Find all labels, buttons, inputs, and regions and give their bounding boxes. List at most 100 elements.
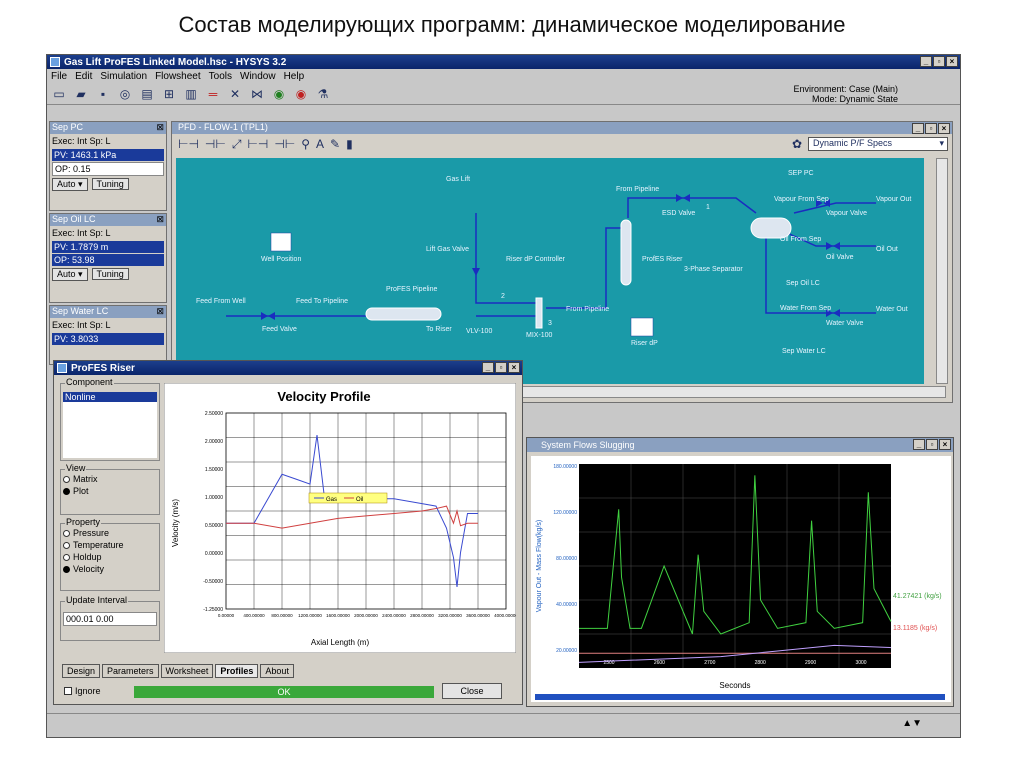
close-dialog-button[interactable]: Close: [442, 683, 502, 699]
restore-button[interactable]: ▫: [926, 439, 938, 450]
slug-ytick-label: 180.00000: [553, 464, 577, 470]
mode-select[interactable]: Auto ▾: [52, 178, 88, 191]
mode-select[interactable]: Auto ▾: [52, 268, 88, 281]
menu-tools[interactable]: Tools: [209, 71, 232, 82]
label-water-from-sep: Water From Sep: [780, 305, 832, 312]
label-feed-to-pipeline: Feed To Pipeline: [296, 298, 349, 305]
run-icon[interactable]: ◉: [271, 86, 287, 102]
ignore-checkbox[interactable]: Ignore: [64, 686, 101, 696]
app-titlebar: Gas Lift ProFES Linked Model.hsc - HYSYS…: [47, 55, 960, 69]
close-button[interactable]: ×: [508, 362, 520, 373]
label-vapour-valve: Vapour Valve: [826, 210, 867, 217]
minimize-button[interactable]: _: [920, 56, 932, 67]
minimize-button[interactable]: _: [913, 439, 925, 450]
close-button[interactable]: ×: [946, 56, 958, 67]
tab-parameters[interactable]: Parameters: [102, 664, 159, 678]
exec-label: Exec: Int Sp: L: [52, 320, 111, 330]
pfd-vertical-scrollbar[interactable]: [936, 158, 948, 384]
riser-shape: [620, 219, 632, 286]
faceplate-sep-pc: Sep PC ⊠ Exec: Int Sp: L PV: 1463.1 kPa O…: [49, 121, 167, 211]
exec-label: Exec: Int Sp: L: [52, 228, 111, 238]
property-holdup-option[interactable]: Holdup: [63, 552, 157, 562]
menu-flowsheet[interactable]: Flowsheet: [155, 71, 201, 82]
tab-about[interactable]: About: [260, 664, 294, 678]
text-icon[interactable]: A: [316, 137, 324, 151]
palette-icon[interactable]: ▮: [346, 137, 353, 151]
op-value[interactable]: OP: 0.15: [52, 162, 164, 176]
pfd-canvas[interactable]: Gas Lift Lift Gas Valve Riser dP Control…: [176, 158, 924, 384]
menu-simulation[interactable]: Simulation: [100, 71, 147, 82]
velocity-xtick-label: 800.00000: [271, 613, 293, 618]
close-icon[interactable]: ⊠: [156, 214, 164, 225]
view-matrix-option[interactable]: Matrix: [63, 474, 157, 484]
mode-label: Mode: Dynamic State: [811, 94, 898, 104]
tuning-button[interactable]: Tuning: [91, 268, 129, 280]
component-list[interactable]: Nonline: [63, 392, 157, 458]
property-pressure-option[interactable]: Pressure: [63, 528, 157, 538]
workbook-icon[interactable]: ▤: [139, 86, 155, 102]
stream-icon[interactable]: ═: [205, 86, 221, 102]
fit-icon[interactable]: ⤢: [232, 137, 242, 152]
tab-profiles[interactable]: Profiles: [215, 664, 259, 678]
color-scheme-icon[interactable]: ✿: [792, 137, 802, 151]
close-button[interactable]: ×: [938, 123, 950, 134]
menu-window[interactable]: Window: [240, 71, 276, 82]
steady-state-icon[interactable]: ◎: [117, 86, 133, 102]
restore-button[interactable]: ▫: [933, 56, 945, 67]
find-icon[interactable]: ⚲: [301, 137, 310, 151]
tab-design[interactable]: Design: [62, 664, 101, 678]
pv-value: PV: 1463.1 kPa: [52, 149, 164, 161]
update-interval-input[interactable]: 000.01 0.00: [63, 612, 157, 626]
scroll-arrows-icon[interactable]: ▲▼: [902, 718, 922, 729]
zoom-out-icon[interactable]: ⊢⊣: [178, 137, 199, 151]
tuning-button[interactable]: Tuning: [91, 178, 129, 190]
restore-button[interactable]: ▫: [495, 362, 507, 373]
pfd-icon[interactable]: ⊞: [161, 86, 177, 102]
save-icon[interactable]: ▪: [95, 86, 111, 102]
velocity-xtick-label: 2400.00000: [382, 613, 406, 618]
faceplate-sep-oil-lc: Sep Oil LC ⊠ Exec: Int Sp: L PV: 1.7879 m…: [49, 213, 167, 303]
component-item[interactable]: Nonline: [63, 392, 157, 402]
pfd-scheme-select[interactable]: Dynamic P/F Specs ▾: [808, 137, 948, 151]
slug-ytick-label: 120.00000: [553, 510, 577, 516]
close-icon[interactable]: ⊠: [156, 122, 164, 133]
minimize-button[interactable]: _: [482, 362, 494, 373]
slug-scrollbar[interactable]: [535, 694, 945, 700]
dynamics-icon[interactable]: ▥: [183, 86, 199, 102]
menu-file[interactable]: File: [51, 71, 67, 82]
size-icon[interactable]: ⊢⊣: [247, 137, 268, 151]
open-folder-icon[interactable]: ▰: [73, 86, 89, 102]
pencil-icon[interactable]: ✎: [330, 137, 340, 151]
riser-tabs: Design Parameters Worksheet Profiles Abo…: [62, 664, 294, 678]
minimize-button[interactable]: _: [912, 123, 924, 134]
mixer-icon[interactable]: ✕: [227, 86, 243, 102]
app-icon: [50, 57, 60, 67]
view-plot-option[interactable]: Plot: [63, 486, 157, 496]
tab-worksheet[interactable]: Worksheet: [160, 664, 214, 678]
label-well-position: Well Position: [261, 256, 302, 263]
riser-titlebar: ProFES Riser _ ▫ ×: [54, 361, 522, 375]
close-icon[interactable]: ⊠: [156, 306, 164, 317]
ignore-label: Ignore: [75, 686, 101, 696]
restore-button[interactable]: ▫: [925, 123, 937, 134]
hysys-window: Gas Lift ProFES Linked Model.hsc - HYSYS…: [46, 54, 961, 738]
size2-icon[interactable]: ⊣⊢: [274, 137, 295, 151]
velocity-chart-xlabel: Axial Length (m): [311, 638, 370, 647]
zoom-in-icon[interactable]: ⊣⊢: [205, 137, 226, 151]
property-velocity-option[interactable]: Velocity: [63, 564, 157, 574]
property-temperature-option[interactable]: Temperature: [63, 540, 157, 550]
flask-icon[interactable]: ⚗: [315, 86, 331, 102]
view-caption: View: [65, 463, 87, 473]
new-file-icon[interactable]: ▭: [51, 86, 67, 102]
pfd-toolbar: ⊢⊣ ⊣⊢ ⤢ ⊢⊣ ⊣⊢ ⚲ A ✎ ▮ ✿ Dynamic P/F Spec…: [172, 134, 952, 154]
op-value[interactable]: OP: 53.98: [52, 254, 164, 266]
menu-help[interactable]: Help: [284, 71, 305, 82]
velocity-profile-chart: Velocity Profile Axial Length (m) Veloci…: [164, 383, 516, 653]
update-interval-caption: Update Interval: [65, 595, 129, 605]
pfd-titlebar: PFD - FLOW-1 (TPL1) _ ▫ ×: [172, 122, 952, 134]
menu-edit[interactable]: Edit: [75, 71, 92, 82]
checkbox-icon[interactable]: [64, 687, 72, 695]
valve-icon[interactable]: ⋈: [249, 86, 265, 102]
stop-icon[interactable]: ◉: [293, 86, 309, 102]
close-button[interactable]: ×: [939, 439, 951, 450]
